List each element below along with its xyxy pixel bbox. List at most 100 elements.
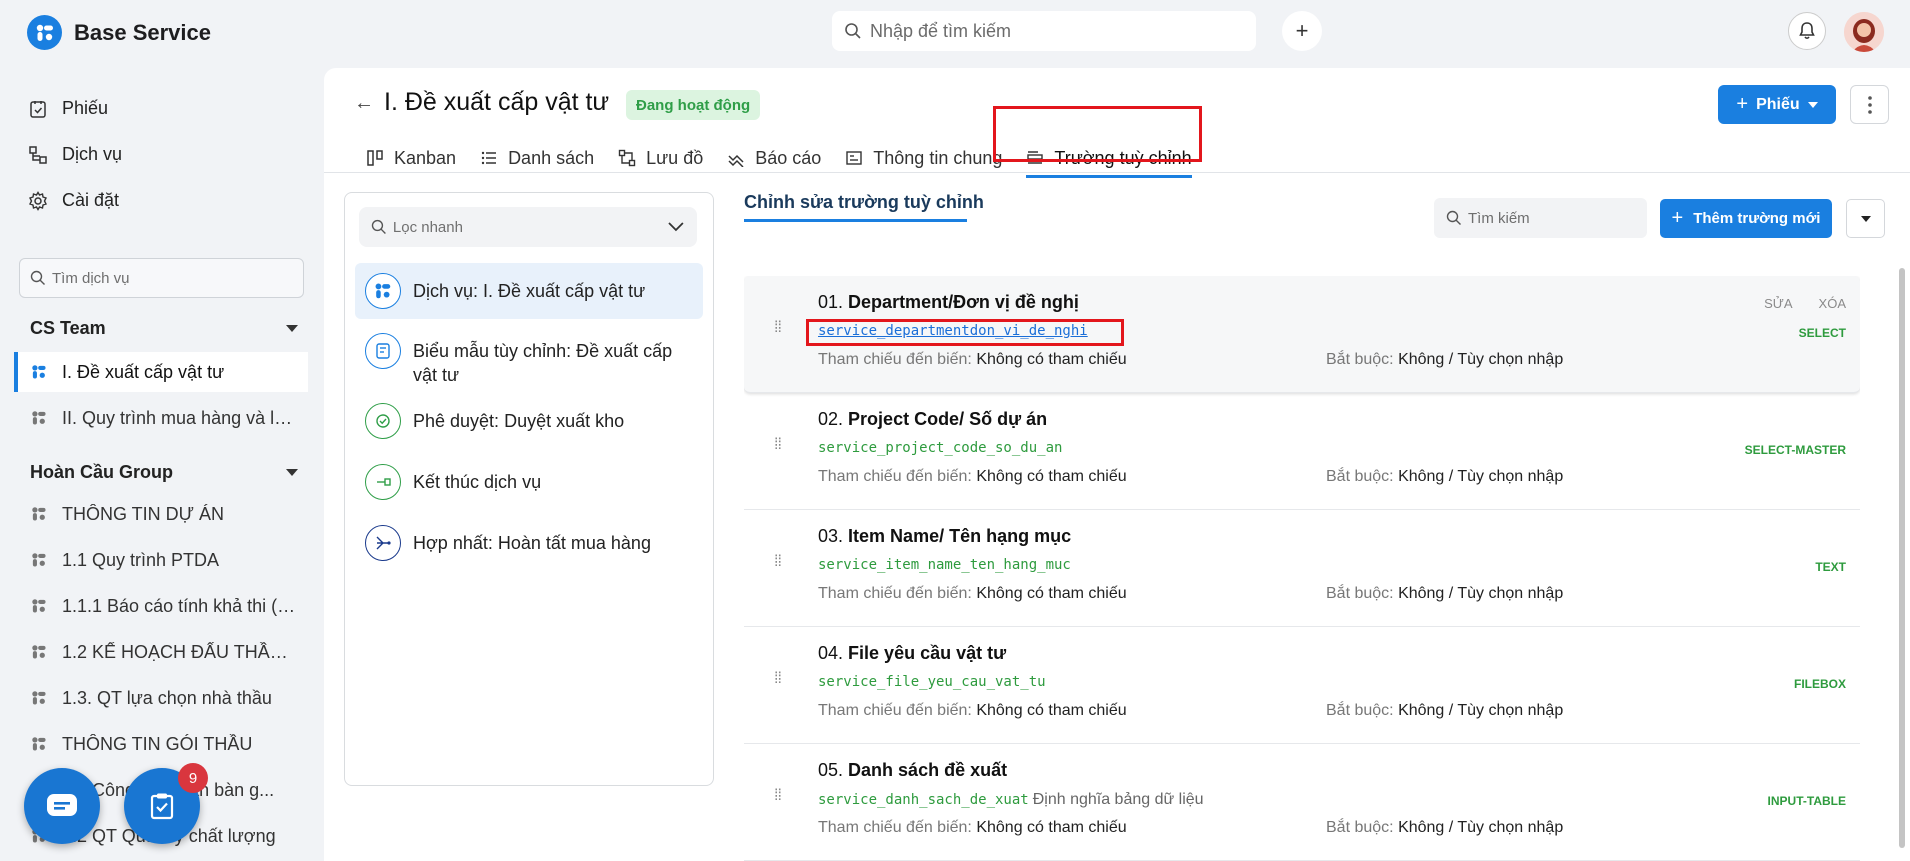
service-search[interactable] [19, 258, 304, 298]
service-item-de-xuat-cap-vat-tu[interactable]: I. Đề xuất cấp vật tư [14, 352, 308, 392]
field-row[interactable]: ⁞⁞ 03. Item Name/ Tên hạng mục service_i… [744, 510, 1860, 627]
drag-handle-icon[interactable]: ⁞⁞ [774, 671, 782, 687]
search-icon [30, 270, 45, 285]
field-key: service_project_code_so_du_an [818, 440, 1063, 456]
global-search[interactable] [832, 11, 1256, 51]
field-row[interactable]: ⁞⁞ 02. Project Code/ Số dự án service_pr… [744, 393, 1860, 510]
service-item-label: 1.1.1 Báo cáo tính khả thi (Ti... [62, 595, 297, 616]
service-item[interactable]: THÔNG TIN GÓI THẦU [14, 724, 308, 764]
group-hoan-cau[interactable]: Hoàn Cầu Group [30, 462, 298, 483]
service-icon [32, 645, 46, 659]
sidebar-item-phieu[interactable]: Phiếu [28, 98, 108, 119]
step-item-end[interactable]: Kết thúc dịch vụ [355, 454, 703, 510]
step-label: Phê duyệt: Duyệt xuất kho [413, 411, 625, 431]
service-icon [32, 553, 46, 567]
drag-handle-icon[interactable]: ⁞⁞ [774, 554, 782, 570]
plus-icon: + [1736, 93, 1749, 115]
step-label: Kết thúc dịch vụ [413, 472, 542, 492]
sidebar-item-label: Dịch vụ [62, 144, 123, 164]
step-item-approval[interactable]: Phê duyệt: Duyệt xuất kho [355, 393, 703, 449]
back-arrow-icon[interactable]: ← [354, 92, 374, 115]
drag-handle-icon[interactable]: ⁞⁞ [774, 437, 782, 453]
field-search[interactable] [1434, 198, 1647, 238]
field-search-input[interactable] [1468, 209, 1638, 227]
field-key: service_item_name_ten_hang_muc [818, 557, 1071, 573]
service-icon [32, 691, 46, 705]
new-ticket-button[interactable]: + Phiếu [1718, 85, 1836, 124]
field-row[interactable]: ⁞⁞ 05. Danh sách đề xuất service_danh_sa… [744, 744, 1860, 861]
tab-bao-cao[interactable]: Báo cáo [715, 140, 833, 176]
field-required: Bắt buộc: Không / Tùy chọn nhập [1326, 585, 1564, 602]
tab-thong-tin-chung[interactable]: Thông tin chung [833, 140, 1014, 176]
field-type: TEXT [1815, 560, 1846, 574]
field-type: FILEBOX [1793, 677, 1846, 691]
chat-fab[interactable] [24, 768, 100, 844]
search-icon [371, 219, 386, 234]
field-actions: SỬA XÓA [1764, 296, 1846, 311]
sidebar-item-cai-dat[interactable]: Cài đặt [28, 190, 119, 211]
notification-button[interactable] [1788, 12, 1826, 50]
field-row[interactable]: ⁞⁞ 01. Department/Đơn vị đề nghị service… [744, 276, 1860, 393]
field-key: service_danh_sach_de_xuat Định nghĩa bảng… [818, 791, 1204, 808]
brand[interactable]: Base Service [27, 15, 211, 50]
quick-filter-input[interactable] [392, 218, 662, 236]
step-label: Hợp nhất: Hoàn tất mua hàng [413, 533, 651, 553]
service-item[interactable]: 1.3. QT lựa chọn nhà thầu [14, 678, 308, 718]
tab-kanban[interactable]: Kanban [354, 140, 468, 176]
global-search-input[interactable] [870, 20, 1230, 42]
service-item[interactable]: 1.1.1 Báo cáo tính khả thi (Ti... [14, 586, 308, 626]
quick-filter[interactable] [359, 207, 697, 247]
service-item-label: II. Quy trình mua hàng và lựa... [62, 407, 297, 428]
subtab-edit-custom-fields[interactable]: Chỉnh sửa trường tuỳ chỉnh [744, 192, 984, 213]
tab-danh-sach[interactable]: Danh sách [468, 140, 606, 176]
service-item[interactable]: THÔNG TIN DỰ ÁN [14, 494, 308, 534]
drag-handle-icon[interactable]: ⁞⁞ [774, 788, 782, 804]
add-field-dropdown-button[interactable] [1846, 199, 1885, 238]
tasks-count-badge: 9 [178, 763, 208, 793]
sidebar-item-dich-vu[interactable]: Dịch vụ [28, 144, 122, 165]
field-name: 02. Project Code/ Số dự án [818, 409, 1048, 429]
form-icon [365, 333, 401, 369]
kebab-icon [1867, 95, 1872, 114]
delete-field-button[interactable]: XÓA [1819, 296, 1846, 311]
end-arrow-icon [365, 464, 401, 500]
field-row[interactable]: ⁞⁞ 04. File yêu cầu vật tư service_file_… [744, 627, 1860, 744]
create-button[interactable]: + [1282, 11, 1322, 51]
service-item-label: THÔNG TIN GÓI THẦU [62, 733, 253, 754]
service-search-input[interactable] [52, 269, 292, 287]
info-card-icon [846, 151, 862, 165]
edit-field-button[interactable]: SỬA [1764, 296, 1792, 311]
table-definition-label[interactable]: Định nghĩa bảng dữ liệu [1033, 791, 1204, 808]
drag-handle-icon[interactable]: ⁞⁞ [774, 320, 782, 336]
kanban-icon [367, 150, 383, 166]
service-item[interactable]: 1.1 Quy trình PTDA [14, 540, 308, 580]
scrollbar[interactable] [1899, 268, 1905, 848]
merge-icon [365, 525, 401, 561]
approval-check-icon [365, 403, 401, 439]
field-required: Bắt buộc: Không / Tùy chọn nhập [1326, 702, 1564, 719]
chevron-down-icon[interactable] [667, 221, 685, 233]
field-required: Bắt buộc: Không / Tùy chọn nhập [1326, 819, 1564, 836]
field-reference: Tham chiếu đến biến: Không có tham chiếu [818, 819, 1127, 836]
subtab-underline [744, 219, 967, 222]
service-item-quy-trinh-mua-hang[interactable]: II. Quy trình mua hàng và lựa... [14, 398, 308, 438]
step-item-service[interactable]: Dịch vụ: I. Đề xuất cấp vật tư [355, 263, 703, 319]
main-panel: ← I. Đề xuất cấp vật tư Đang hoạt động +… [324, 68, 1910, 861]
service-item-label: 1.1 Quy trình PTDA [62, 549, 220, 570]
tab-luu-do[interactable]: Lưu đồ [606, 140, 715, 176]
custom-fields-list: ⁞⁞ 01. Department/Đơn vị đề nghị service… [744, 276, 1860, 861]
step-item-form[interactable]: Biểu mẫu tùy chỉnh: Đề xuất cấp vật tư [355, 323, 703, 397]
field-type: SELECT [1798, 326, 1846, 340]
add-field-button[interactable]: + Thêm trường mới [1660, 199, 1832, 238]
service-item-label: 1.3. QT lựa chọn nhà thầu [62, 687, 272, 708]
group-cs-team[interactable]: CS Team [30, 318, 298, 339]
user-avatar[interactable] [1844, 12, 1884, 52]
step-item-merge[interactable]: Hợp nhất: Hoàn tất mua hàng [355, 515, 703, 571]
add-field-label: Thêm trường mới [1693, 210, 1821, 227]
sidebar-item-label: Phiếu [62, 98, 109, 118]
service-icon [32, 599, 46, 613]
new-ticket-label: Phiếu [1756, 95, 1800, 113]
trend-icon [728, 154, 744, 167]
service-item[interactable]: 1.2 KẾ HOẠCH ĐẤU THẦU C... [14, 632, 308, 672]
more-options-button[interactable] [1850, 85, 1889, 124]
